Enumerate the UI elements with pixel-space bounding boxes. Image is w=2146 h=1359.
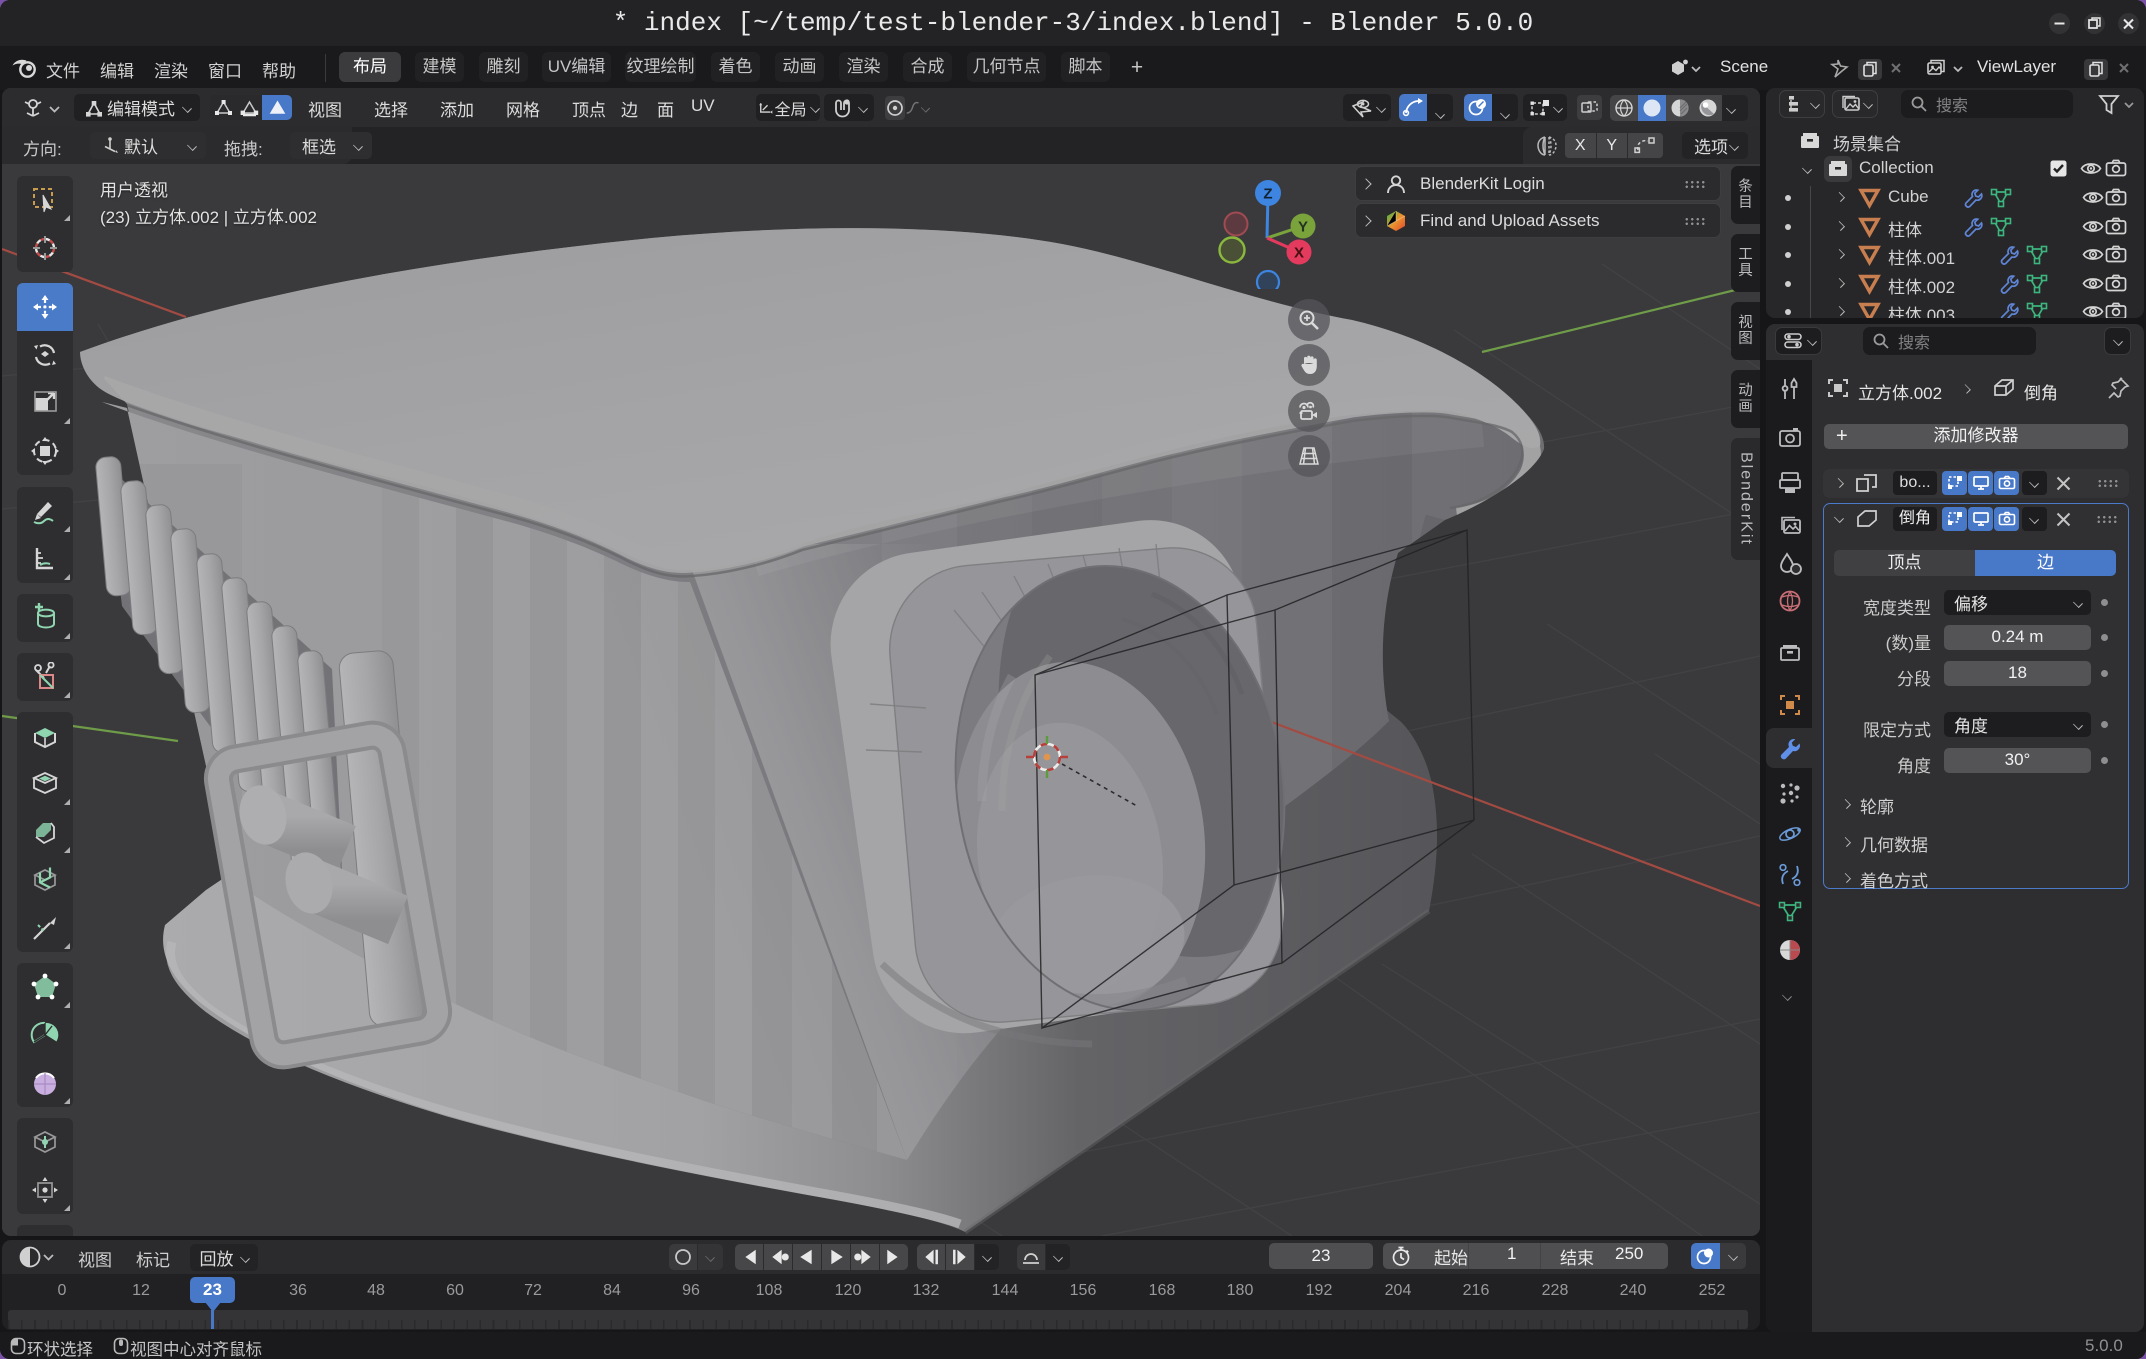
- svg-text:Y: Y: [1298, 219, 1308, 236]
- svg-text:X: X: [1294, 245, 1304, 262]
- svg-text:Z: Z: [1263, 186, 1272, 203]
